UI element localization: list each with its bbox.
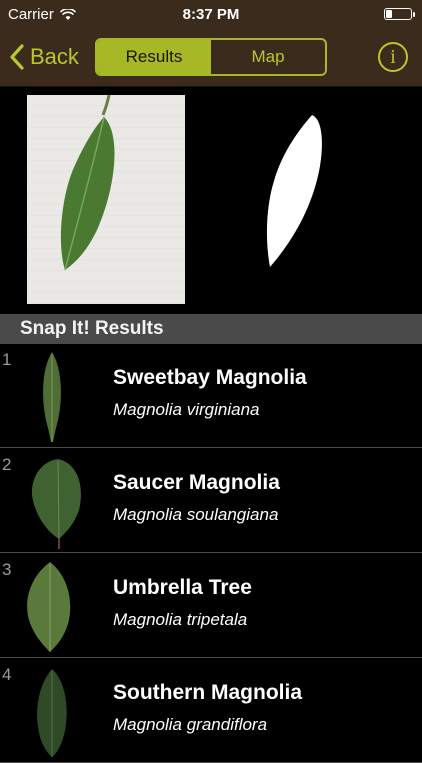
result-row[interactable]: 1 Sweetbay Magnolia Magnolia virginiana <box>0 344 422 448</box>
captured-images-panel <box>0 87 422 314</box>
battery-icon <box>384 8 415 20</box>
result-scientific-name: Magnolia virginiana <box>113 400 260 419</box>
leaf-thumbnail <box>31 459 81 549</box>
info-icon: i <box>390 45 396 68</box>
segment-map[interactable]: Map <box>211 40 325 74</box>
result-common-name: Southern Magnolia <box>113 681 302 704</box>
info-button[interactable]: i <box>378 42 408 72</box>
result-scientific-name: Magnolia grandiflora <box>113 715 268 734</box>
segment-results[interactable]: Results <box>97 40 211 74</box>
back-label: Back <box>30 44 79 69</box>
leaf-silhouette <box>266 115 322 267</box>
result-row[interactable]: 3 Umbrella Tree Magnolia tripetala <box>0 554 422 658</box>
result-rank: 1 <box>2 350 12 369</box>
leaf-photo <box>27 95 185 304</box>
result-row[interactable]: 2 Saucer Magnolia Magnolia soulangiana <box>0 449 422 553</box>
navigation-bar: Back Results Map i <box>0 30 422 87</box>
chevron-left-icon <box>10 44 24 70</box>
status-time: 8:37 PM <box>182 6 240 23</box>
back-button[interactable]: Back <box>10 42 79 72</box>
result-rank: 2 <box>2 455 12 474</box>
result-common-name: Sweetbay Magnolia <box>113 366 307 389</box>
result-scientific-name: Magnolia tripetala <box>113 610 248 629</box>
results-section-header: Snap It! Results <box>0 314 422 344</box>
leaf-thumbnail <box>37 669 67 757</box>
result-rank: 4 <box>2 665 12 684</box>
leaf-thumbnail <box>27 562 71 652</box>
result-row[interactable]: 4 Southern Magnolia Magnolia grandiflora <box>0 659 422 763</box>
view-segmented-control: Results Map <box>95 38 327 76</box>
result-rank: 3 <box>2 560 12 579</box>
leaf-thumbnail <box>43 352 61 442</box>
status-bar: Carrier 8:37 PM <box>0 0 422 30</box>
result-scientific-name: Magnolia soulangiana <box>113 505 279 524</box>
result-common-name: Umbrella Tree <box>113 576 252 599</box>
result-common-name: Saucer Magnolia <box>113 471 280 494</box>
